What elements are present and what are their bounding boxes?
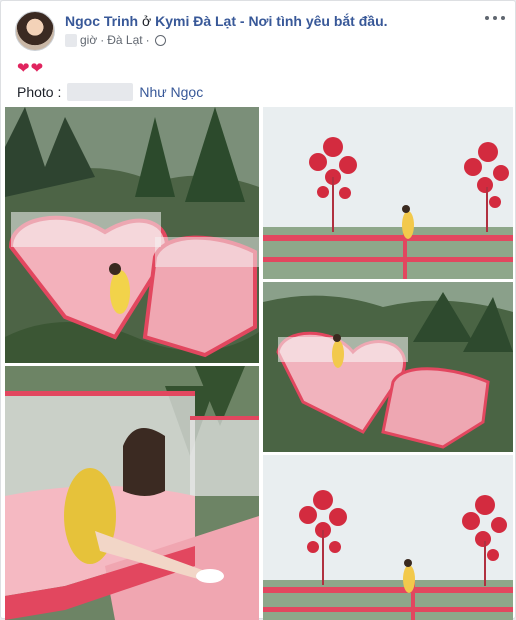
tagged-person-link[interactable]: Như Ngọc — [139, 84, 203, 100]
post-title: Ngoc Trinh ở Kymi Đà Lạt - Nơi tình yêu … — [65, 13, 388, 29]
globe-icon[interactable] — [154, 34, 166, 46]
post-meta: giờ · Đà Lạt · — [65, 33, 166, 47]
time-suffix[interactable]: giờ — [80, 33, 97, 47]
photo-credit-line: Photo : Như Ngọc — [17, 83, 203, 101]
photo-1[interactable] — [5, 107, 259, 363]
place-link[interactable]: Đà Lạt — [107, 33, 142, 47]
meta-separator: · — [145, 33, 150, 47]
post-header: Ngoc Trinh ở Kymi Đà Lạt - Nơi tình yêu … — [15, 11, 505, 51]
photo-label: Photo : — [17, 84, 62, 100]
location-link[interactable]: Kymi Đà Lạt - Nơi tình yêu bắt đầu. — [155, 13, 387, 29]
photo-grid — [1, 105, 516, 620]
author-avatar[interactable] — [15, 11, 55, 51]
hearts-emoji: ❤❤ — [17, 60, 45, 77]
photo-1-image — [5, 107, 259, 363]
more-options-icon[interactable] — [485, 11, 505, 25]
photo-5[interactable] — [263, 455, 513, 620]
author-name[interactable]: Ngoc Trinh — [65, 13, 138, 29]
meta-separator: · — [100, 33, 105, 47]
photo-2-image — [263, 107, 513, 279]
redacted-name — [67, 83, 134, 101]
photo-4-image — [5, 366, 259, 620]
redacted-time — [65, 33, 77, 47]
photo-5-image — [263, 455, 513, 620]
post-card: Ngoc Trinh ở Kymi Đà Lạt - Nơi tình yêu … — [0, 0, 516, 620]
at-word: ở — [142, 13, 152, 29]
photo-4[interactable] — [5, 366, 259, 620]
post-text: ❤❤ Photo : Như Ngọc — [17, 59, 203, 101]
photo-3[interactable] — [263, 282, 513, 452]
photo-3-image — [263, 282, 513, 452]
photo-2[interactable] — [263, 107, 513, 279]
